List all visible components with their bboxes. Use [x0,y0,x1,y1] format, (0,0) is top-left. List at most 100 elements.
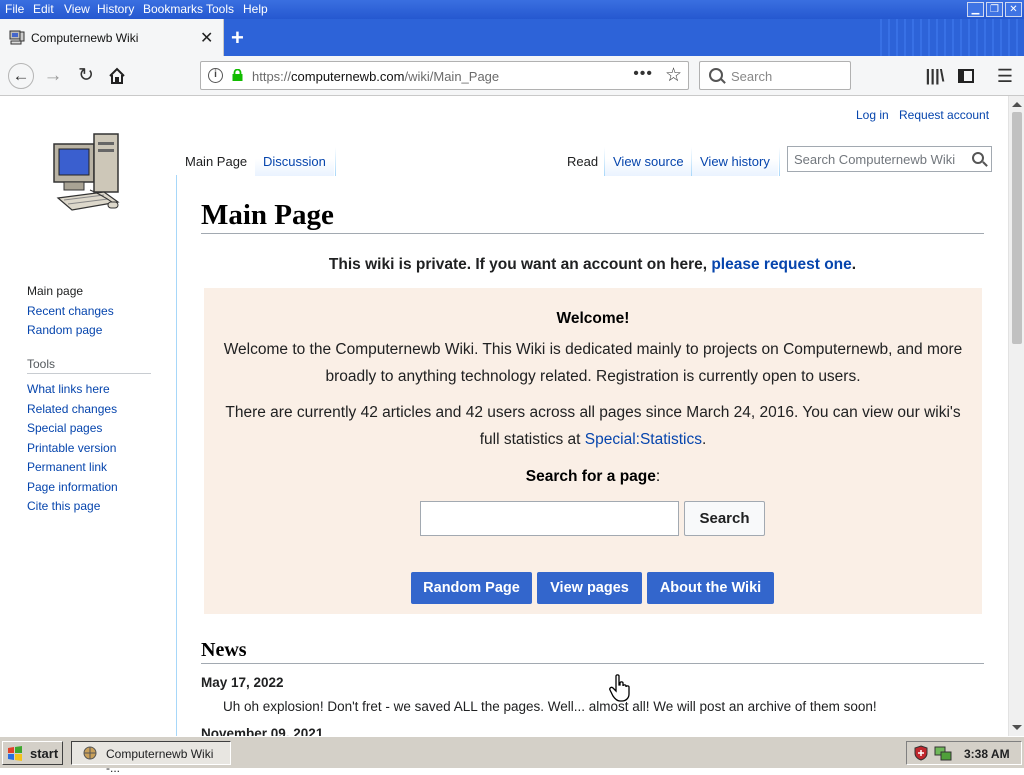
tab-title: Computernewb Wiki [31,31,139,45]
wiki-search-placeholder: Search Computernewb Wiki [794,152,956,167]
about-the-wiki-button[interactable]: About the Wiki [647,572,774,604]
browser-app-icon [83,746,97,760]
minimize-button[interactable]: ▁ [967,2,984,17]
page-title: Main Page [201,199,334,231]
taskbar-item-label: Computernewb Wiki -... [106,747,214,775]
request-account-link[interactable]: Request account [899,108,989,122]
login-link[interactable]: Log in [856,108,889,122]
navigation-bar: ← → ↻ i https://computernewb.com/wiki/Ma… [0,56,1024,96]
tab-separator [335,147,336,176]
sidebar-toggle-icon[interactable] [954,64,978,88]
sidebar-item-page-information[interactable]: Page information [27,480,118,494]
windows-flag-icon [8,746,22,761]
welcome-box: Welcome! Welcome to the Computernewb Wik… [204,288,982,614]
search-icon [709,68,723,82]
computer-favicon-icon [9,30,25,45]
sidebar-item-random-page[interactable]: Random page [27,323,102,337]
sidebar-item-what-links-here[interactable]: What links here [27,382,110,396]
reload-button[interactable]: ↻ [74,64,98,88]
menu-view[interactable]: View [64,2,90,16]
tabstrip-decoration [874,19,1024,56]
menu-tools[interactable]: Tools [206,2,234,16]
vertical-scrollbar[interactable] [1008,96,1024,736]
random-page-button[interactable]: Random Page [411,572,532,604]
tab-discussion[interactable]: Discussion [255,147,334,176]
start-label: start [30,746,59,761]
menu-edit[interactable]: Edit [33,2,54,16]
close-tab-icon[interactable]: ✕ [200,28,213,48]
browser-search-box[interactable]: Search [699,61,851,90]
wiki-sidebar: Main page Recent changes Random page Too… [0,96,176,736]
window-controls: ▁ ❐ ✕ [967,2,1022,17]
search-button[interactable]: Search [684,501,765,536]
statistics-paragraph: There are currently 42 articles and 42 u… [225,404,961,448]
private-notice: This wiki is private. If you want an acc… [328,256,857,273]
clock: 3:38 AM [964,747,1010,761]
close-window-button[interactable]: ✕ [1005,2,1022,17]
shield-icon[interactable] [913,745,929,761]
browser-search-placeholder: Search [731,69,773,84]
sidebar-item-related-changes[interactable]: Related changes [27,402,117,416]
content-border [176,175,177,736]
tab-read[interactable]: Read [559,147,607,176]
news-heading: News [201,639,247,661]
tab-main-page[interactable]: Main Page [177,147,256,176]
taskbar-item-browser[interactable]: Computernewb Wiki -... [71,741,231,775]
search-for-page-label: Search for a page: [525,468,661,485]
library-icon[interactable]: |||\ [923,64,947,88]
restore-button[interactable]: ❐ [986,2,1003,17]
wiki-logo-computer-icon[interactable] [50,132,126,218]
search-icon[interactable] [972,152,984,164]
browser-tab[interactable]: Computernewb Wiki ✕ [0,19,224,56]
network-icon[interactable] [934,745,952,761]
page-search-input[interactable] [420,501,679,536]
scroll-up-icon[interactable] [1012,102,1022,107]
taskbar: start Computernewb Wiki -... 3:38 AM [0,736,1024,775]
page-viewport: Main page Recent changes Random page Too… [0,96,1008,736]
url-bar[interactable]: i https://computernewb.com/wiki/Main_Pag… [200,61,689,90]
title-divider [201,233,984,234]
wiki-search-input[interactable]: Search Computernewb Wiki [787,146,992,172]
menu-file[interactable]: File [5,2,24,16]
view-pages-button[interactable]: View pages [537,572,642,604]
request-account-inline-link[interactable]: please request one [711,256,851,273]
scrollbar-thumb[interactable] [1012,112,1022,344]
bookmark-star-icon[interactable]: ☆ [665,64,682,87]
lock-icon [232,69,243,81]
forward-button[interactable]: → [41,64,65,88]
home-button[interactable] [105,64,129,88]
sidebar-item-cite-this-page[interactable]: Cite this page [27,499,100,513]
site-info-icon[interactable]: i [208,68,223,83]
special-statistics-link[interactable]: Special:Statistics [585,431,702,448]
hand-cursor-icon [609,674,630,702]
menu-history[interactable]: History [97,2,134,16]
tab-separator [779,147,780,176]
news-text: Uh oh explosion! Don't fret - we saved A… [223,699,877,714]
menu-bookmarks[interactable]: Bookmarks [143,2,203,16]
system-tray: 3:38 AM [906,741,1022,765]
news-date: May 17, 2022 [201,675,284,690]
news-divider [201,663,984,664]
hamburger-menu-icon[interactable]: ☰ [993,64,1017,88]
tab-strip: Computernewb Wiki ✕ + [0,19,1024,56]
menu-bar: File Edit View History Bookmarks Tools H… [0,0,1024,19]
sidebar-item-special-pages[interactable]: Special pages [27,421,102,435]
page-actions-icon[interactable]: ••• [633,65,653,83]
sidebar-item-permanent-link[interactable]: Permanent link [27,460,107,474]
sidebar-item-printable-version[interactable]: Printable version [27,441,116,455]
sidebar-item-main-page[interactable]: Main page [27,284,83,298]
start-button[interactable]: start [2,741,63,765]
welcome-heading: Welcome! [556,310,630,327]
new-tab-icon[interactable]: + [231,25,244,51]
sidebar-item-recent-changes[interactable]: Recent changes [27,304,114,318]
welcome-paragraph: Welcome to the Computernewb Wiki. This W… [223,341,963,385]
tab-view-history[interactable]: View history [692,147,778,176]
tab-view-source[interactable]: View source [605,147,692,176]
url-text: https://computernewb.com/wiki/Main_Page [252,69,500,84]
back-button[interactable]: ← [8,63,34,89]
scroll-down-icon[interactable] [1012,725,1022,730]
tools-divider [27,373,151,374]
home-icon [109,67,125,84]
news-date: November 09, 2021 [201,726,324,736]
menu-help[interactable]: Help [243,2,268,16]
